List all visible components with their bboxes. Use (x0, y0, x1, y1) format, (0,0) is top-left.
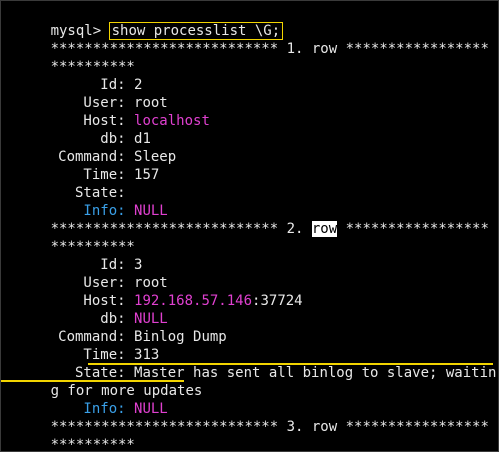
field-state: State: Master has sent all binlog to sla… (0, 346, 496, 381)
field-command: Command: Binlog Dump (0, 310, 227, 345)
selected-word[interactable]: row (311, 221, 338, 237)
field-host: Host: 192.168.57.146:37724 (0, 274, 302, 309)
field-info: Info: NULL (0, 382, 167, 417)
field-id: Id: 4 (0, 436, 142, 452)
row-separator-2-tail: ********** (50, 239, 135, 255)
row-separator-1: *************************** 1. row *****… (50, 41, 489, 57)
field-value: 157 (134, 167, 160, 183)
field-command: Command: Sleep (0, 130, 176, 165)
field-user: User: root (0, 76, 167, 111)
field-time: Time: 313 (0, 328, 159, 363)
row-separator-1-tail: ********** (50, 59, 135, 75)
field-id: Id: 3 (0, 238, 142, 273)
field-info: Info: NULL (0, 184, 167, 219)
terminal-window[interactable]: mysql> show processlist \G; ************… (0, 0, 499, 452)
row-separator-3-tail: ********** (50, 437, 135, 452)
field-time: Time: 157 (0, 148, 159, 183)
field-db: db: d1 (0, 112, 151, 147)
field-value-port: :37724 (252, 293, 303, 309)
field-db: db: NULL (0, 292, 167, 327)
field-id: Id: 2 (0, 58, 142, 93)
row-separator-2: *************************** 2. row *****… (50, 221, 489, 237)
row-separator-3: *************************** 3. row *****… (50, 419, 489, 435)
prompt-line: mysql> show processlist \G; (0, 4, 284, 40)
field-state: State: (0, 166, 134, 201)
field-user: User: root (0, 256, 167, 291)
field-host: Host: localhost (0, 94, 209, 129)
